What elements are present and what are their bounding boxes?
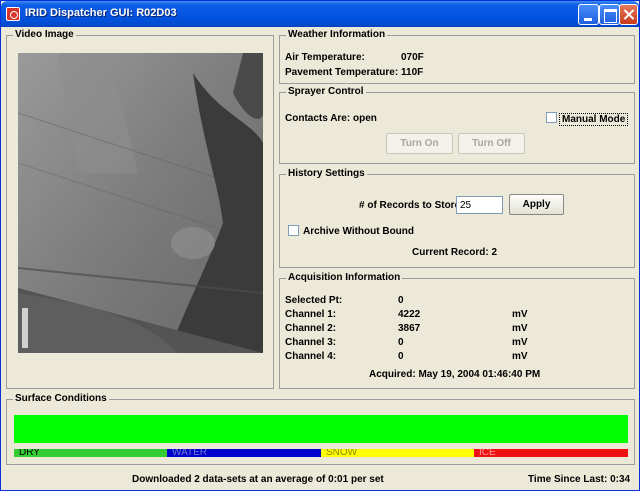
- records-to-store-label: # of Records to Store:: [359, 200, 464, 211]
- channel-unit: mV: [512, 323, 528, 334]
- manual-mode-label[interactable]: Manual Mode: [559, 113, 629, 126]
- channel-unit: mV: [512, 351, 528, 362]
- channel-label: Channel 4:: [285, 351, 337, 362]
- camera-image: [18, 53, 263, 353]
- selected-pt-label: Selected Pt:: [285, 295, 343, 306]
- turn-on-button[interactable]: Turn On: [386, 133, 453, 154]
- legend-dry: DRY: [14, 449, 167, 457]
- maximize-button[interactable]: [599, 4, 620, 25]
- records-to-store-input[interactable]: [456, 196, 503, 214]
- channel-unit: mV: [512, 337, 528, 348]
- selected-pt-value: 0: [398, 295, 404, 306]
- sprayer-panel: Sprayer Control: [279, 86, 635, 164]
- video-panel-title: Video Image: [13, 29, 76, 40]
- channel-label: Channel 3:: [285, 337, 337, 348]
- app-window: IRID Dispatcher GUI: R02D03 Video Image: [0, 0, 640, 491]
- archive-without-bound-label[interactable]: Archive Without Bound: [303, 226, 414, 237]
- manual-mode-checkbox[interactable]: [546, 112, 557, 123]
- contacts-status: Contacts Are: open: [285, 113, 377, 124]
- surface-panel-title: Surface Conditions: [13, 393, 109, 404]
- channel-value: 0: [398, 337, 404, 348]
- channel-value: 3867: [398, 323, 421, 334]
- apply-button[interactable]: Apply: [509, 194, 564, 215]
- legend-water: WATER: [167, 449, 321, 457]
- legend-ice: ICE: [474, 449, 628, 457]
- air-temperature-label: Air Temperature:: [285, 52, 365, 63]
- air-temperature-value: 070F: [401, 52, 424, 63]
- pavement-temperature-value: 110F: [401, 67, 424, 78]
- channel-label: Channel 1:: [285, 309, 337, 320]
- weather-panel-title: Weather Information: [286, 29, 388, 40]
- channel-unit: mV: [512, 309, 528, 320]
- surface-condition-indicator: [14, 415, 628, 443]
- app-icon: [6, 7, 20, 21]
- channel-value: 4222: [398, 309, 421, 320]
- channel-value: 0: [398, 351, 404, 362]
- channel-label: Channel 2:: [285, 323, 337, 334]
- minimize-button[interactable]: [578, 4, 599, 25]
- download-status: Downloaded 2 data-sets at an average of …: [132, 474, 384, 485]
- close-button[interactable]: [619, 4, 638, 25]
- video-image: [18, 53, 263, 353]
- time-since-last: Time Since Last: 0:34: [528, 474, 631, 485]
- history-panel-title: History Settings: [286, 168, 367, 179]
- pavement-temperature-label: Pavement Temperature:: [285, 67, 399, 78]
- archive-without-bound-checkbox[interactable]: [288, 225, 299, 236]
- acquisition-panel-title: Acquisition Information: [286, 272, 403, 283]
- window-title: IRID Dispatcher GUI: R02D03: [25, 7, 177, 19]
- sprayer-panel-title: Sprayer Control: [286, 86, 366, 97]
- current-record: Current Record: 2: [412, 247, 498, 258]
- acquired-timestamp: Acquired: May 19, 2004 01:46:40 PM: [369, 369, 541, 380]
- title-bar[interactable]: IRID Dispatcher GUI: R02D03: [1, 1, 639, 27]
- turn-off-button[interactable]: Turn Off: [458, 133, 525, 154]
- legend-snow: SNOW: [321, 449, 474, 457]
